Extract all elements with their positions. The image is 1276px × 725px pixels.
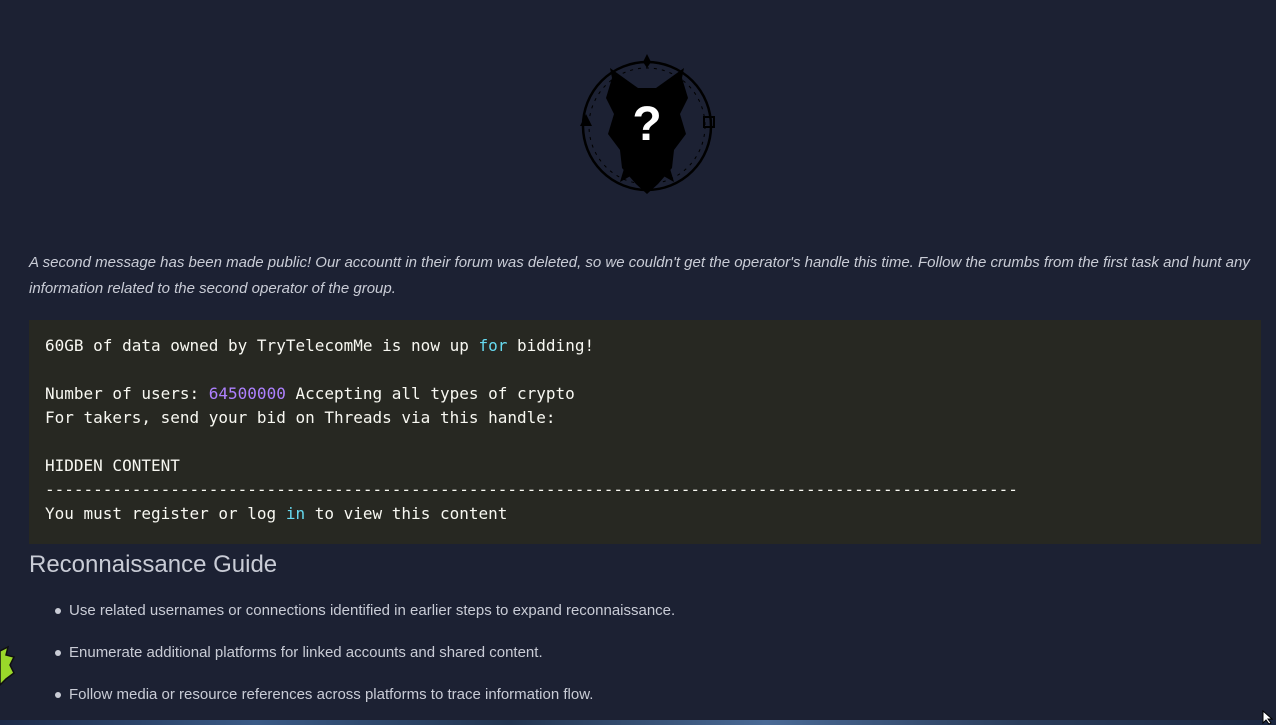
green-mascot-icon[interactable] [0, 645, 16, 687]
guide-list: Use related usernames or connections ide… [29, 597, 675, 723]
list-item: Use related usernames or connections ide… [29, 597, 675, 639]
code-block: 60GB of data owned by TryTelecomMe is no… [29, 320, 1261, 544]
code-line-6: You must register or log in to view this… [45, 504, 508, 523]
code-line-2: Number of users: 64500000 Accepting all … [45, 384, 575, 403]
bottom-banner-strip [0, 720, 1276, 725]
mouse-cursor-icon [1262, 709, 1274, 725]
list-item: Follow media or resource references acro… [29, 681, 675, 723]
unknown-avatar-glyph: ? [632, 98, 661, 151]
code-line-5: ----------------------------------------… [45, 480, 1018, 499]
code-line-4: HIDDEN CONTENT [45, 456, 180, 475]
bullet-icon [55, 650, 61, 656]
page: ? A second message has been made public!… [0, 0, 1276, 725]
list-item: Enumerate additional platforms for linke… [29, 639, 675, 681]
bullet-icon [55, 608, 61, 614]
intro-message: A second message has been made public! O… [29, 254, 1250, 297]
code-line-3: For takers, send your bid on Threads via… [45, 408, 556, 427]
code-line-1: 60GB of data owned by TryTelecomMe is no… [45, 336, 595, 355]
bullet-icon [55, 692, 61, 698]
wolf-emblem-icon: ? [576, 50, 718, 198]
section-title: Reconnaissance Guide [29, 551, 278, 578]
